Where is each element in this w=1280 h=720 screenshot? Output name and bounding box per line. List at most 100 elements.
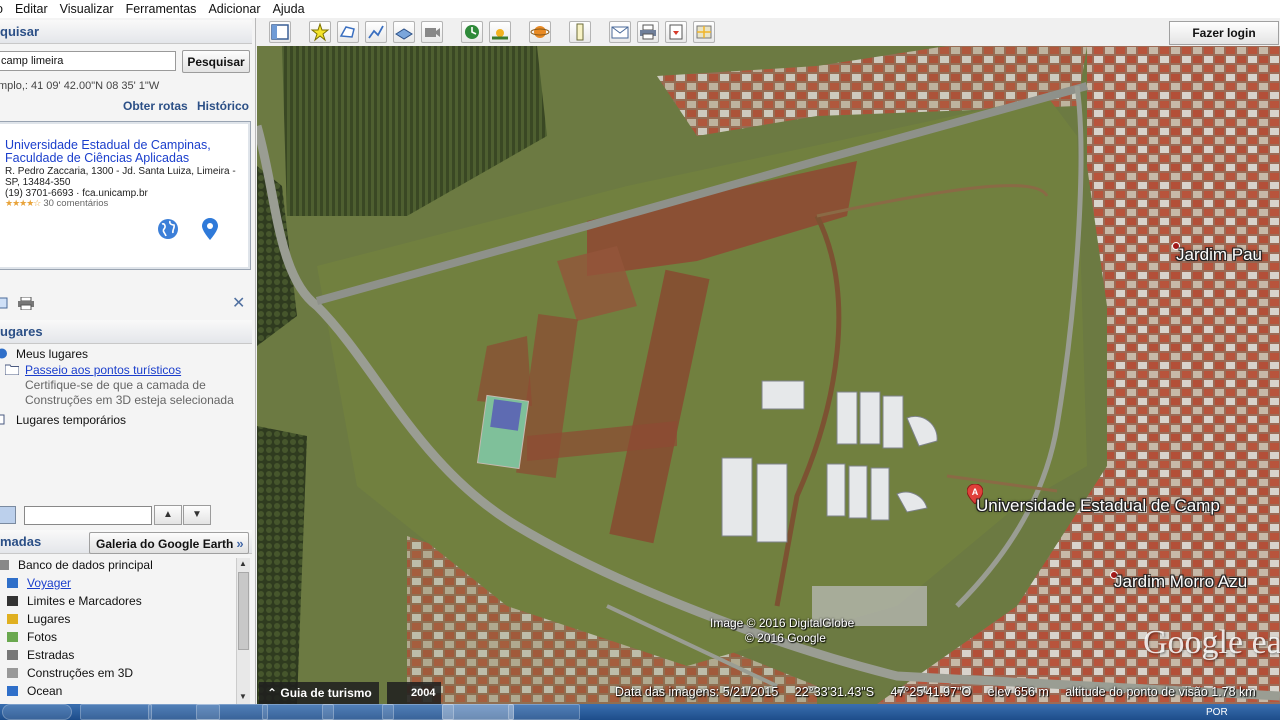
earth-gallery-button[interactable]: Galeria do Google Earth» bbox=[89, 532, 249, 554]
move-up-button[interactable]: ▲ bbox=[154, 505, 182, 525]
layer-item[interactable]: Estradas bbox=[5, 646, 74, 664]
get-directions-link[interactable]: Obter rotas bbox=[123, 99, 188, 113]
layers-list: Banco de dados principal Voyager Limites e… bbox=[0, 556, 236, 704]
tour-guide-button[interactable]: ⌃ Guia de turismo bbox=[259, 682, 379, 704]
latitude-readout: 22°33'31.43"S bbox=[794, 685, 875, 699]
folder-icon bbox=[0, 414, 5, 425]
google-earth-watermark: Google ea bbox=[1143, 624, 1280, 661]
menu-help[interactable]: Ajuda bbox=[266, 2, 310, 16]
toggle-sidebar-icon[interactable] bbox=[269, 21, 291, 43]
globe-small-icon bbox=[0, 348, 7, 359]
close-icon[interactable]: ✕ bbox=[232, 293, 245, 313]
layer-item[interactable]: Voyager bbox=[5, 574, 71, 592]
chevron-up-icon: ⌃ bbox=[267, 686, 281, 700]
layer-item[interactable]: Fotos bbox=[5, 628, 57, 646]
label-university[interactable]: Universidade Estadual de Camp bbox=[976, 496, 1220, 516]
map-pin-icon[interactable] bbox=[202, 218, 218, 240]
layer-item[interactable]: Construções em 3D bbox=[5, 664, 133, 682]
windows-taskbar: POR bbox=[0, 704, 1280, 720]
move-down-button[interactable]: ▼ bbox=[183, 505, 211, 525]
tree-temporary-places[interactable]: Lugares temporários bbox=[0, 413, 126, 427]
print-icon[interactable] bbox=[637, 21, 659, 43]
menu-edit[interactable]: Editar bbox=[8, 2, 53, 16]
layer-item[interactable]: Ocean bbox=[5, 682, 62, 700]
google-copyright: © 2016 Google bbox=[745, 631, 826, 645]
add-path-icon[interactable] bbox=[365, 21, 387, 43]
taskbar-chrome-icon[interactable] bbox=[80, 704, 152, 720]
layer-item[interactable]: Banco de dados principal bbox=[0, 556, 153, 574]
eye-altitude-readout: altitude do ponto de visão 1.78 km bbox=[1065, 685, 1256, 699]
scroll-thumb[interactable] bbox=[238, 572, 249, 650]
result-title-link[interactable]: Universidade Estadual de Campinas, Facul… bbox=[5, 139, 235, 165]
review-count-link[interactable]: 30 comentários bbox=[43, 198, 108, 209]
tree-my-places[interactable]: Meus lugares bbox=[0, 347, 88, 361]
result-address: R. Pedro Zaccaria, 1300 - Jd. Santa Luiz… bbox=[5, 166, 236, 188]
add-polygon-icon[interactable] bbox=[337, 21, 359, 43]
layers-scrollbar[interactable]: ▲ ▼ bbox=[236, 558, 250, 704]
taskbar-firefox-icon[interactable] bbox=[196, 704, 268, 720]
record-tour-icon[interactable] bbox=[421, 21, 443, 43]
search-panel-header[interactable]: quisar bbox=[0, 20, 252, 44]
scroll-up-icon[interactable]: ▲ bbox=[239, 559, 247, 568]
taskbar-paint-icon[interactable] bbox=[508, 704, 580, 720]
menu-add[interactable]: Adicionar bbox=[201, 2, 265, 16]
buildings-3d-icon bbox=[7, 668, 18, 678]
map-view[interactable]: A Universidade Estadual de Camp Jardim P… bbox=[257, 46, 1280, 704]
tree-sightseeing-tour[interactable]: Passeio aos pontos turísticos bbox=[5, 363, 181, 377]
panel-tools: ✕ bbox=[0, 293, 252, 313]
places-icon bbox=[7, 614, 18, 624]
image-overlay-icon[interactable] bbox=[393, 21, 415, 43]
image-date: Data das imagens: 5/21/2015 bbox=[615, 685, 779, 699]
left-panel: quisar camp limeira Pesquisar mplo,: 41 … bbox=[0, 18, 256, 704]
borders-icon bbox=[7, 596, 18, 606]
search-example-hint: mplo,: 41 09' 42.00"N 08 35' 1"W bbox=[0, 80, 160, 92]
coordinates-readout: Data das imagens: 5/21/2015 22°33'31.43"… bbox=[615, 685, 1269, 699]
toolbar: Fazer login bbox=[257, 18, 1280, 46]
add-placemark-icon[interactable] bbox=[309, 21, 331, 43]
menu-tools[interactable]: Ferramentas bbox=[119, 2, 202, 16]
historical-imagery-icon[interactable] bbox=[461, 21, 483, 43]
email-icon[interactable] bbox=[609, 21, 631, 43]
satellite-imagery[interactable] bbox=[257, 46, 1280, 704]
switch-planet-icon[interactable] bbox=[529, 21, 551, 43]
places-panel-header[interactable]: ugares bbox=[0, 320, 252, 344]
search-result-card: Universidade Estadual de Campinas, Facul… bbox=[0, 121, 251, 270]
search-input[interactable]: camp limeira bbox=[0, 51, 176, 71]
menu-view[interactable]: Visualizar bbox=[53, 2, 119, 16]
layer-item[interactable]: Limites e Marcadores bbox=[5, 592, 142, 610]
history-link[interactable]: Histórico bbox=[197, 99, 249, 113]
photos-icon bbox=[7, 632, 18, 642]
start-button[interactable] bbox=[2, 704, 72, 720]
signin-button[interactable]: Fazer login bbox=[1169, 21, 1279, 45]
label-jardim-paulista[interactable]: Jardim Pau bbox=[1176, 245, 1262, 265]
elevation-readout: elev 656 m bbox=[987, 685, 1049, 699]
sunlight-icon[interactable] bbox=[489, 21, 511, 43]
double-chevron-icon: » bbox=[236, 535, 244, 551]
layer-search-input[interactable] bbox=[24, 506, 152, 525]
longitude-readout: 47°25'41.97"O bbox=[890, 685, 972, 699]
sidebar-toggle-button[interactable] bbox=[0, 506, 16, 524]
voyager-icon bbox=[7, 578, 18, 588]
ruler-icon[interactable] bbox=[569, 21, 591, 43]
print-icon[interactable] bbox=[18, 297, 34, 310]
folder-icon bbox=[5, 364, 19, 375]
roads-icon bbox=[7, 650, 18, 660]
database-icon bbox=[0, 560, 9, 570]
ocean-icon bbox=[7, 686, 18, 696]
language-indicator[interactable]: POR bbox=[1206, 707, 1228, 718]
label-jardim-morro-azul[interactable]: Jardim Morro Azu bbox=[1114, 572, 1247, 592]
save-image-icon[interactable] bbox=[665, 21, 687, 43]
scroll-down-icon[interactable]: ▼ bbox=[239, 692, 247, 701]
menu-file[interactable]: o bbox=[0, 2, 8, 16]
email-icon[interactable] bbox=[0, 296, 8, 310]
imagery-copyright: Image © 2016 DigitalGlobe bbox=[710, 616, 855, 630]
search-button[interactable]: Pesquisar bbox=[182, 50, 250, 73]
google-maps-icon[interactable] bbox=[693, 21, 715, 43]
historical-year-slider[interactable]: 2004 bbox=[387, 682, 441, 704]
globe-icon[interactable] bbox=[157, 218, 179, 240]
taskbar-google-earth-icon[interactable] bbox=[442, 704, 514, 720]
result-rating: ★★★★☆ 30 comentários bbox=[5, 198, 108, 209]
star-rating-icon: ★★★★☆ bbox=[5, 198, 41, 208]
map-status-bar: ⌃ Guia de turismo 2004 Data das imagens:… bbox=[257, 682, 1280, 704]
layer-item[interactable]: Lugares bbox=[5, 610, 70, 628]
